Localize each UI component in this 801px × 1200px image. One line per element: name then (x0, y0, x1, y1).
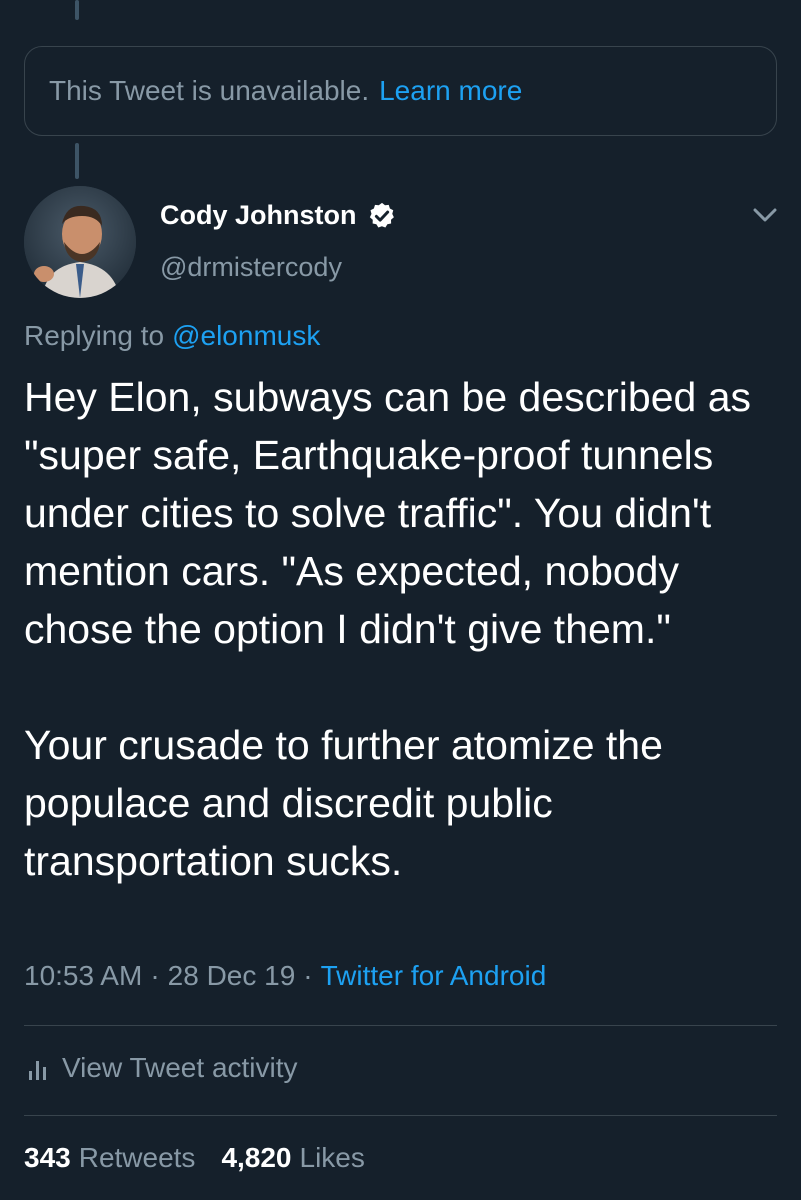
author-display-name[interactable]: Cody Johnston (160, 200, 357, 231)
tweet-source-link[interactable]: Twitter for Android (321, 960, 547, 991)
view-tweet-activity-button[interactable]: View Tweet activity (28, 1052, 298, 1084)
meta-separator: · (150, 960, 160, 991)
likes-stat[interactable]: 4,820 Likes (221, 1142, 364, 1174)
thread-connector-middle (75, 143, 79, 179)
divider (24, 1025, 777, 1026)
avatar-illustration (24, 186, 136, 298)
retweets-count: 343 (24, 1142, 71, 1173)
unavailable-tweet-notice: This Tweet is unavailable. Learn more (24, 46, 777, 136)
divider (24, 1115, 777, 1116)
replying-prefix: Replying to (24, 320, 165, 351)
meta-separator: · (303, 960, 313, 991)
bar-chart-icon (28, 1056, 48, 1080)
reply-mention-link[interactable]: @elonmusk (172, 320, 320, 351)
author-name-row[interactable]: Cody Johnston (160, 200, 397, 231)
verified-badge-icon (367, 201, 397, 231)
thread-connector-top (75, 0, 79, 20)
author-handle[interactable]: @drmistercody (160, 252, 342, 283)
tweet-date: 28 Dec 19 (167, 960, 296, 991)
chevron-down-icon[interactable] (751, 204, 779, 226)
replying-to-line: Replying to @elonmusk (24, 320, 320, 352)
tweet-text: Hey Elon, subways can be described as "s… (24, 368, 784, 890)
view-tweet-activity-label: View Tweet activity (62, 1052, 298, 1083)
engagement-stats: 343 Retweets 4,820 Likes (24, 1142, 391, 1174)
tweet-time: 10:53 AM (24, 960, 143, 991)
learn-more-link[interactable]: Learn more (379, 75, 522, 107)
tweet-paragraph: Hey Elon, subways can be described as "s… (24, 374, 752, 652)
likes-label: Likes (299, 1142, 365, 1173)
likes-count: 4,820 (221, 1142, 292, 1173)
tweet-paragraph: Your crusade to further atomize the popu… (24, 722, 663, 884)
tweet-detail-page: This Tweet is unavailable. Learn more Co… (0, 0, 801, 1200)
retweets-label: Retweets (78, 1142, 196, 1173)
avatar[interactable] (24, 186, 136, 298)
retweets-stat[interactable]: 343 Retweets (24, 1142, 195, 1174)
unavailable-message: This Tweet is unavailable. (49, 75, 370, 106)
tweet-metadata: 10:53 AM · 28 Dec 19 · Twitter for Android (24, 960, 546, 992)
